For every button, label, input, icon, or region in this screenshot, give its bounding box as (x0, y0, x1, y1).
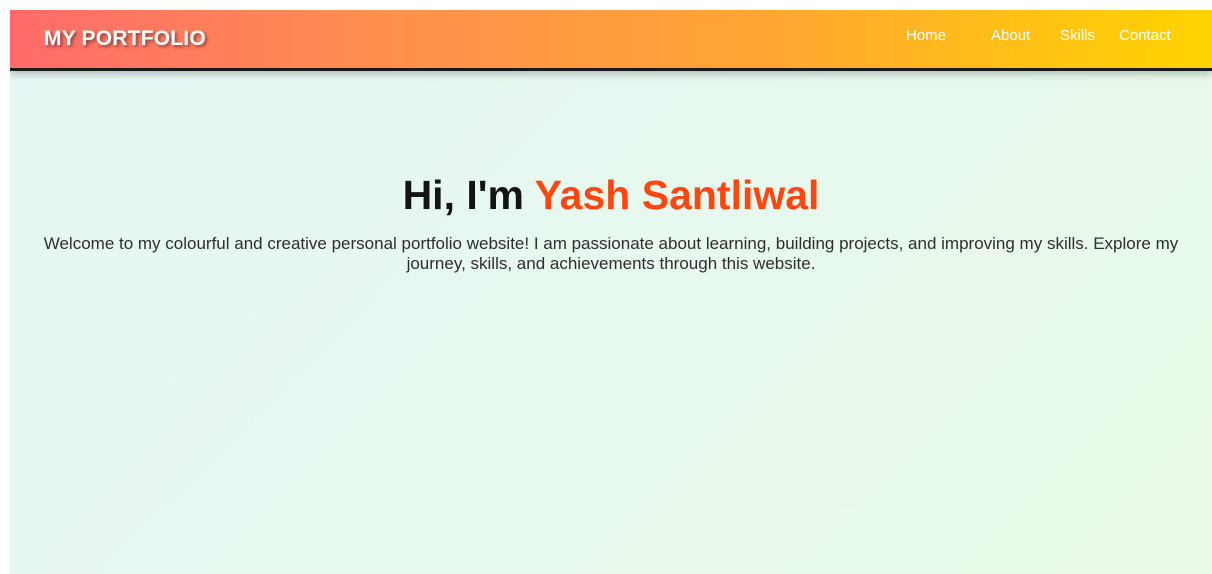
nav-link-home[interactable]: Home (906, 27, 946, 44)
hero-title: Hi, I'm Yash Santliwal (10, 171, 1212, 219)
navbar: MY PORTFOLIO Home About Skills Contact (10, 10, 1212, 71)
nav-link-about[interactable]: About (991, 27, 1030, 44)
page-frame: MY PORTFOLIO Home About Skills Contact H… (10, 10, 1212, 574)
nav-link-contact[interactable]: Contact (1119, 27, 1171, 44)
hero-greeting: Hi, I'm (402, 172, 535, 218)
logo[interactable]: MY PORTFOLIO (44, 27, 206, 51)
hero-name: Yash Santliwal (534, 172, 820, 218)
nav-link-skills[interactable]: Skills (1060, 27, 1095, 44)
hero-description: Welcome to my colourful and creative per… (43, 234, 1179, 273)
